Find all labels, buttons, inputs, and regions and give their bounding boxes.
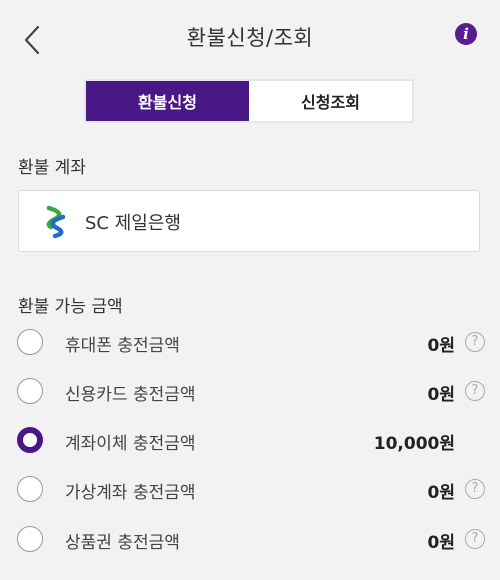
bank-name: SC 제일은행: [85, 213, 181, 234]
refund-option-row[interactable]: 신용카드 충전금액 0원 ?: [0, 371, 500, 415]
tab-request-inquiry[interactable]: 신청조회: [249, 81, 412, 121]
refund-amount: 0원: [427, 533, 455, 553]
refund-option-label: 휴대폰 충전금액: [65, 336, 180, 356]
info-icon[interactable]: i: [455, 23, 477, 45]
header: 환불신청/조회 i: [0, 0, 500, 80]
refund-option-row[interactable]: 휴대폰 충전금액 0원 ?: [0, 322, 500, 366]
refund-option-label: 신용카드 충전금액: [65, 385, 196, 405]
tab-refund-request[interactable]: 환불신청: [86, 81, 249, 121]
refund-option-row[interactable]: 계좌이체 충전금액 10,000원: [0, 420, 500, 464]
refund-amount: 10,000원: [373, 434, 455, 454]
help-icon[interactable]: ?: [465, 381, 485, 401]
radio-button[interactable]: [17, 526, 43, 552]
refund-amount: 0원: [427, 483, 455, 503]
page-title: 환불신청/조회: [186, 26, 314, 50]
help-icon[interactable]: ?: [465, 529, 485, 549]
bank-account-box[interactable]: SC 제일은행: [18, 190, 480, 252]
tab-bar: 환불신청 신청조회: [84, 79, 414, 123]
help-icon[interactable]: ?: [465, 332, 485, 352]
sc-bank-logo: [46, 205, 66, 239]
radio-button[interactable]: [17, 378, 43, 404]
refund-account-label: 환불 계좌: [18, 158, 86, 178]
refundable-amount-label: 환불 가능 금액: [18, 297, 123, 317]
radio-button[interactable]: [17, 329, 43, 355]
help-icon[interactable]: ?: [465, 479, 485, 499]
refund-option-row[interactable]: 가상계좌 충전금액 0원 ?: [0, 469, 500, 513]
radio-button-selected[interactable]: [17, 427, 43, 453]
radio-button[interactable]: [17, 476, 43, 502]
refund-option-label: 상품권 충전금액: [65, 533, 180, 553]
refund-option-label: 가상계좌 충전금액: [65, 483, 196, 503]
refund-option-row[interactable]: 상품권 충전금액 0원 ?: [0, 519, 500, 563]
refund-amount: 0원: [427, 385, 455, 405]
refund-option-label: 계좌이체 충전금액: [65, 434, 196, 454]
refund-amount: 0원: [427, 336, 455, 356]
